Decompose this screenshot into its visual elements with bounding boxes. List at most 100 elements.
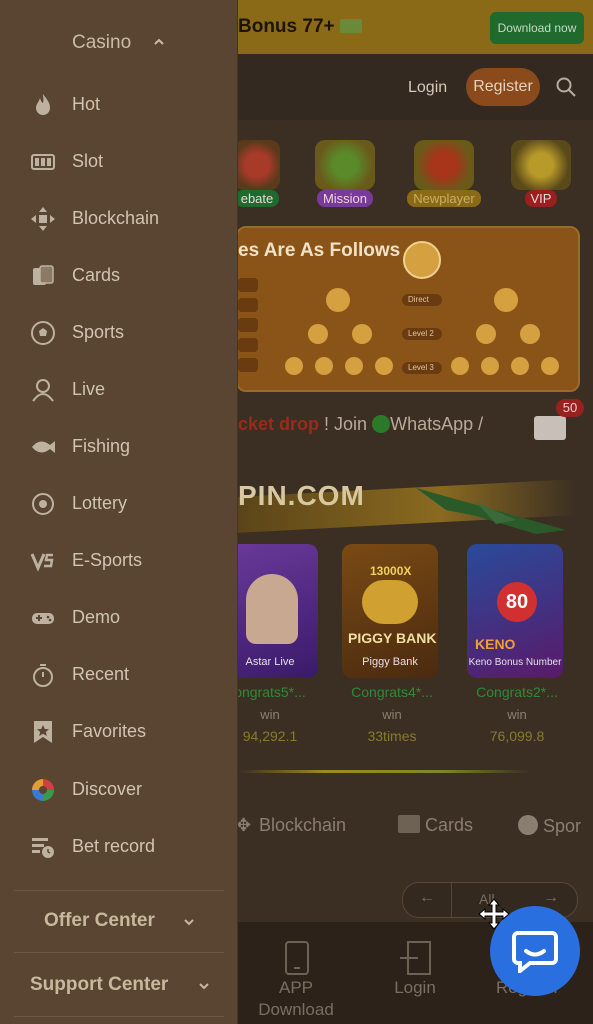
- whatsapp-icon: [372, 415, 391, 433]
- offer-center-label: Offer Center: [44, 910, 155, 931]
- download-now-button[interactable]: Download now: [490, 12, 584, 44]
- login-door-icon: [400, 941, 431, 975]
- cards-icon: [33, 265, 54, 285]
- sidebar-item-label: Hot: [72, 94, 101, 114]
- tab-cards[interactable]: Cards: [398, 815, 473, 836]
- quick-link-mission[interactable]: Mission: [310, 140, 380, 208]
- sidebar-header-casino[interactable]: Casino: [72, 32, 131, 54]
- announcement-marquee[interactable]: cket drop ! Join WhatsApp /: [238, 414, 483, 435]
- game-thumbnail: [246, 574, 298, 644]
- fire-icon: [36, 94, 50, 115]
- game-win-value: 33times: [367, 728, 417, 744]
- quick-link-label: Newplayer: [407, 190, 481, 207]
- game-congrats: Congrats2*...: [476, 684, 558, 700]
- sidebar-item-label: E-Sports: [72, 550, 143, 570]
- tab-label: Cards: [425, 815, 474, 835]
- bonus-text: Bonus 77+: [238, 16, 335, 37]
- tab-blockchain[interactable]: ✥ Blockchain: [236, 815, 346, 836]
- promo-level-label: Direct: [408, 295, 429, 304]
- support-center-label: Support Center: [30, 974, 169, 995]
- sidebar-item-lottery[interactable]: Lottery: [0, 483, 225, 523]
- discover-icon: [32, 779, 54, 801]
- blockchain-icon: [31, 207, 55, 231]
- sidebar-divider: [14, 952, 224, 953]
- quick-link-label: ebate: [234, 190, 280, 207]
- sidebar-item-discover[interactable]: Discover: [0, 769, 225, 809]
- nav-login[interactable]: Login: [380, 938, 450, 1008]
- esports-icon: [30, 553, 54, 572]
- gift-icon: [414, 140, 474, 190]
- register-button[interactable]: Register: [466, 68, 540, 106]
- sidebar-item-cards[interactable]: Cards: [0, 255, 225, 295]
- sidebar-item-favorites[interactable]: Favorites: [0, 711, 225, 751]
- mail-icon[interactable]: [534, 416, 566, 440]
- nav-label: Download: [258, 1000, 334, 1019]
- slot-icon: [31, 154, 55, 170]
- offer-center-toggle[interactable]: Offer Center: [0, 896, 237, 946]
- sidebar-item-recent[interactable]: Recent: [0, 654, 225, 694]
- chevron-down-icon: [184, 919, 194, 926]
- keno-ball: 80: [497, 582, 537, 622]
- phone-icon: [285, 941, 309, 975]
- quick-link-label: VIP: [524, 190, 558, 207]
- sidebar-item-demo[interactable]: Demo: [0, 597, 225, 637]
- game-win-label: win: [507, 707, 527, 722]
- sidebar-item-sports[interactable]: Sports: [0, 312, 225, 352]
- bet-record-icon: [32, 838, 54, 858]
- sidebar-item-label: Live: [72, 379, 106, 399]
- support-center-toggle[interactable]: Support Center: [0, 958, 237, 1008]
- casino-page: Bonus 77+ Download now Login Register eb…: [0, 0, 593, 1024]
- keno-number: 80: [505, 590, 529, 613]
- game-card-keno[interactable]: 80 KENO Keno Bonus Number: [467, 544, 563, 678]
- sidebar-item-esports[interactable]: E-Sports: [0, 540, 225, 580]
- chat-bubble-icon: [512, 931, 558, 973]
- sidebar-item-fishing[interactable]: Fishing: [0, 426, 225, 466]
- sidebar-item-hot[interactable]: Hot: [0, 84, 225, 124]
- quick-link-label: Mission: [316, 190, 374, 207]
- sidebar-item-label: Recent: [72, 664, 130, 684]
- game-name: Keno Bonus Number: [468, 657, 562, 668]
- live-dealer-icon: [32, 379, 54, 402]
- game-card-piggy-bank[interactable]: 13000X PIGGY BANK Piggy Bank: [342, 544, 438, 678]
- game-name: Piggy Bank: [362, 656, 418, 668]
- sidebar-item-label: Lottery: [72, 493, 128, 513]
- sidebar-item-label: Discover: [72, 779, 143, 799]
- promo-level-label: Level 3: [408, 363, 434, 372]
- quick-link-vip[interactable]: VIP: [506, 140, 576, 208]
- sidebar-item-label: Fishing: [72, 436, 131, 456]
- nav-app-download[interactable]: APP Download: [246, 938, 346, 1024]
- chevron-up-icon[interactable]: [154, 37, 164, 47]
- sidebar-item-live[interactable]: Live: [0, 369, 225, 409]
- mail-badge: 50: [556, 399, 584, 417]
- arrow-left-icon[interactable]: ←: [419, 889, 435, 907]
- jet-illustration: [416, 488, 566, 534]
- soccer-ball-icon: [31, 321, 55, 345]
- move-cursor-icon: [478, 898, 510, 930]
- rebate-icon: [234, 140, 280, 190]
- game-win-label: win: [382, 707, 402, 722]
- marquee-text: ! Join: [324, 414, 368, 434]
- tab-label: Spor: [543, 816, 582, 836]
- sidebar-item-blockchain[interactable]: Blockchain: [0, 198, 225, 238]
- sidebar-item-bet-record[interactable]: Bet record: [0, 826, 225, 866]
- quick-link-newplayer[interactable]: Newplayer: [404, 140, 484, 208]
- login-link[interactable]: Login: [408, 79, 447, 97]
- gamepad-icon: [32, 613, 54, 624]
- cards-icon: [398, 815, 420, 833]
- soccer-ball-icon: [518, 815, 538, 835]
- search-icon[interactable]: [556, 77, 576, 97]
- marquee-highlight: cket drop: [238, 414, 320, 434]
- tab-sports[interactable]: Spor: [518, 815, 581, 837]
- pager-divider: [451, 883, 452, 917]
- sidebar-item-label: Favorites: [72, 721, 147, 741]
- promo-banner[interactable]: es Are As Follows Direct Level 2 Level 3: [236, 226, 580, 392]
- game-win-value: 76,099.8: [489, 728, 545, 744]
- arrow-right-icon[interactable]: →: [543, 889, 559, 907]
- blockchain-icon: ✥: [236, 815, 252, 835]
- sidebar-divider: [14, 1016, 224, 1017]
- site-logo: PIN.COM: [238, 480, 365, 511]
- sidebar-item-label: Blockchain: [72, 208, 160, 228]
- sidebar-divider: [14, 890, 224, 891]
- game-title: KENO: [475, 636, 516, 652]
- sidebar-item-slot[interactable]: Slot: [0, 141, 225, 181]
